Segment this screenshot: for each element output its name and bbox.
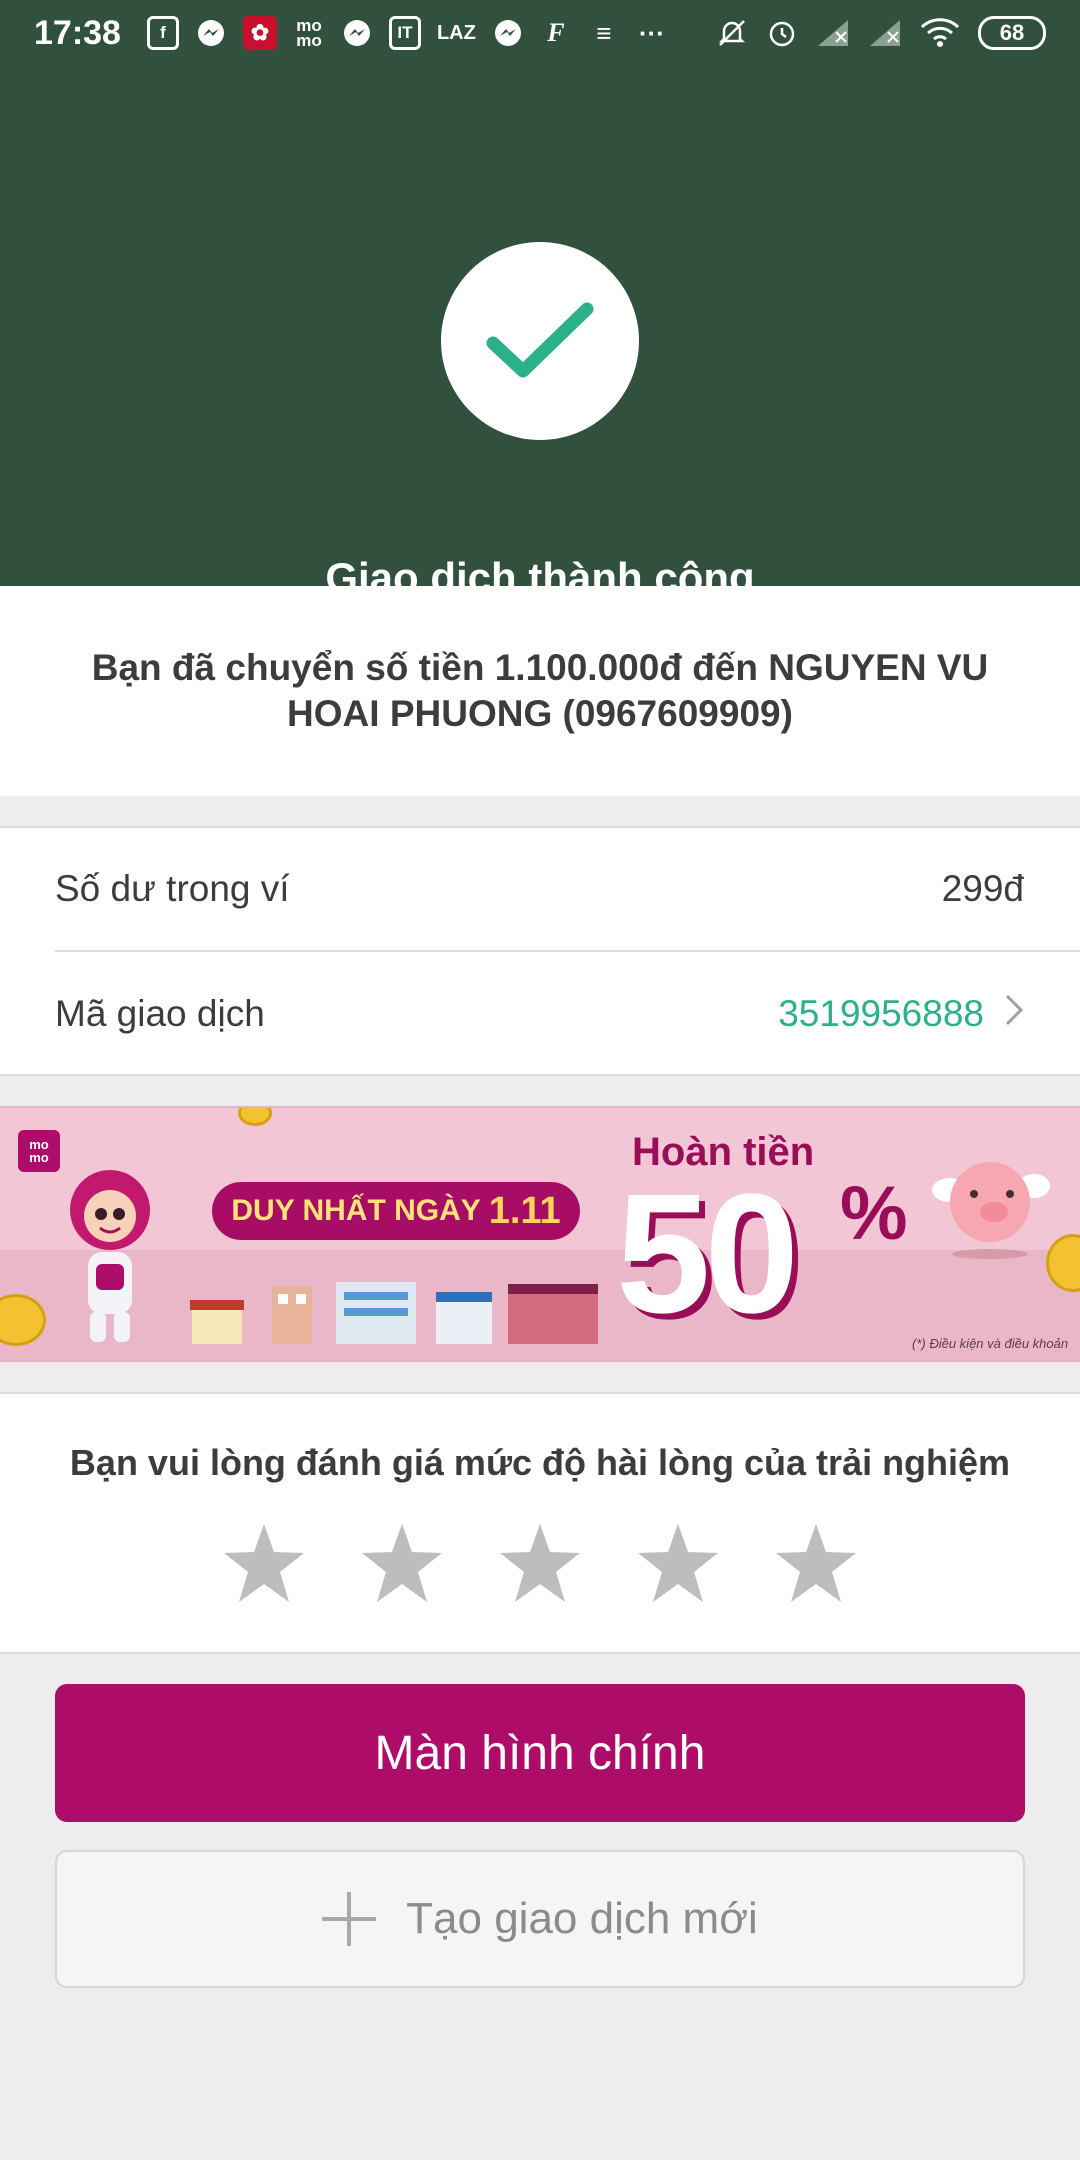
system-icons: 68 [716, 16, 1046, 50]
momo-icon: mo mo [296, 16, 322, 50]
mascot-illustration [70, 1170, 150, 1342]
f-icon: F [547, 18, 565, 47]
app-icon: ✿ [242, 16, 277, 50]
wallet-balance-value: 299đ [941, 868, 1024, 909]
notification-icons: f ✿ mo mo IT LAZ F ≡ ··· [146, 16, 716, 50]
signal-icon [816, 16, 850, 50]
rating-card: Bạn vui lòng đánh giá mức độ hài lòng củ… [0, 1392, 1080, 1654]
messenger-icon [195, 16, 227, 50]
star-rating[interactable] [222, 1522, 858, 1604]
promo-pill-date: 1.11 [488, 1189, 561, 1232]
coin-icon [238, 1108, 272, 1126]
success-header: Giao dịch thành công [0, 66, 1080, 601]
wallet-balance-row: Số dư trong ví 299đ [55, 828, 1080, 952]
transaction-id-row[interactable]: Mã giao dịch 3519956888 [55, 952, 1080, 1076]
transaction-id-label: Mã giao dịch [55, 993, 265, 1034]
chevron-right-icon [1004, 992, 1024, 1037]
signal-icon [868, 16, 902, 50]
transaction-id-value: 3519956888 [778, 993, 984, 1034]
status-time: 17:38 [34, 13, 121, 52]
transaction-details: Số dư trong ví 299đ Mã giao dịch 3519956… [0, 826, 1080, 1076]
momo-logo: mo mo [18, 1130, 60, 1172]
battery-indicator: 68 [978, 16, 1046, 50]
star-icon[interactable] [222, 1522, 306, 1604]
promo-date-pill: DUY NHẤT NGÀY 1.11 [212, 1182, 580, 1240]
messenger-icon [492, 16, 524, 50]
promo-big-number: 50 [616, 1159, 799, 1349]
star-icon[interactable] [360, 1522, 444, 1604]
new-transaction-button[interactable]: Tạo giao dịch mới [55, 1850, 1025, 1988]
checkmark-icon [486, 302, 594, 378]
flying-pig-illustration [932, 1162, 1050, 1259]
success-badge [441, 242, 639, 440]
star-icon[interactable] [498, 1522, 582, 1604]
rating-prompt: Bạn vui lòng đánh giá mức độ hài lòng củ… [69, 1442, 1011, 1483]
transfer-summary-card: Bạn đã chuyển số tiền 1.100.000đ đến NGU… [0, 586, 1080, 796]
wifi-icon [920, 16, 960, 50]
star-icon[interactable] [774, 1522, 858, 1604]
status-bar: 17:38 f ✿ mo mo IT LAZ F ≡ ··· 68 [0, 0, 1080, 66]
lines-icon: ≡ [596, 17, 612, 48]
mute-icon [716, 16, 748, 50]
plus-icon [322, 1892, 377, 1946]
promo-pill-text: DUY NHẤT NGÀY [231, 1194, 481, 1227]
home-screen-button[interactable]: Màn hình chính [55, 1684, 1025, 1822]
promo-percent: % [840, 1171, 908, 1256]
buildings-illustration [190, 1282, 598, 1344]
star-icon[interactable] [636, 1522, 720, 1604]
more-icon: ··· [638, 17, 665, 48]
shopping-icon: IT [388, 16, 421, 50]
new-transaction-label: Tạo giao dịch mới [406, 1894, 758, 1943]
alarm-icon [766, 16, 798, 50]
wallet-balance-label: Số dư trong ví [55, 868, 290, 909]
messenger-icon [341, 16, 373, 50]
transfer-summary-text: Bạn đã chuyển số tiền 1.100.000đ đến NGU… [91, 647, 989, 734]
lazada-icon: LAZ [436, 21, 476, 44]
transaction-id-link[interactable]: 3519956888 [778, 992, 1024, 1037]
promo-banner[interactable]: mo mo DUY NHẤT NGÀY 1.11 Hoàn tiền 50 % [0, 1106, 1080, 1362]
facebook-icon: f [146, 16, 179, 50]
promo-footnote: (*) Điều kiện và điều khoản [912, 1336, 1069, 1351]
